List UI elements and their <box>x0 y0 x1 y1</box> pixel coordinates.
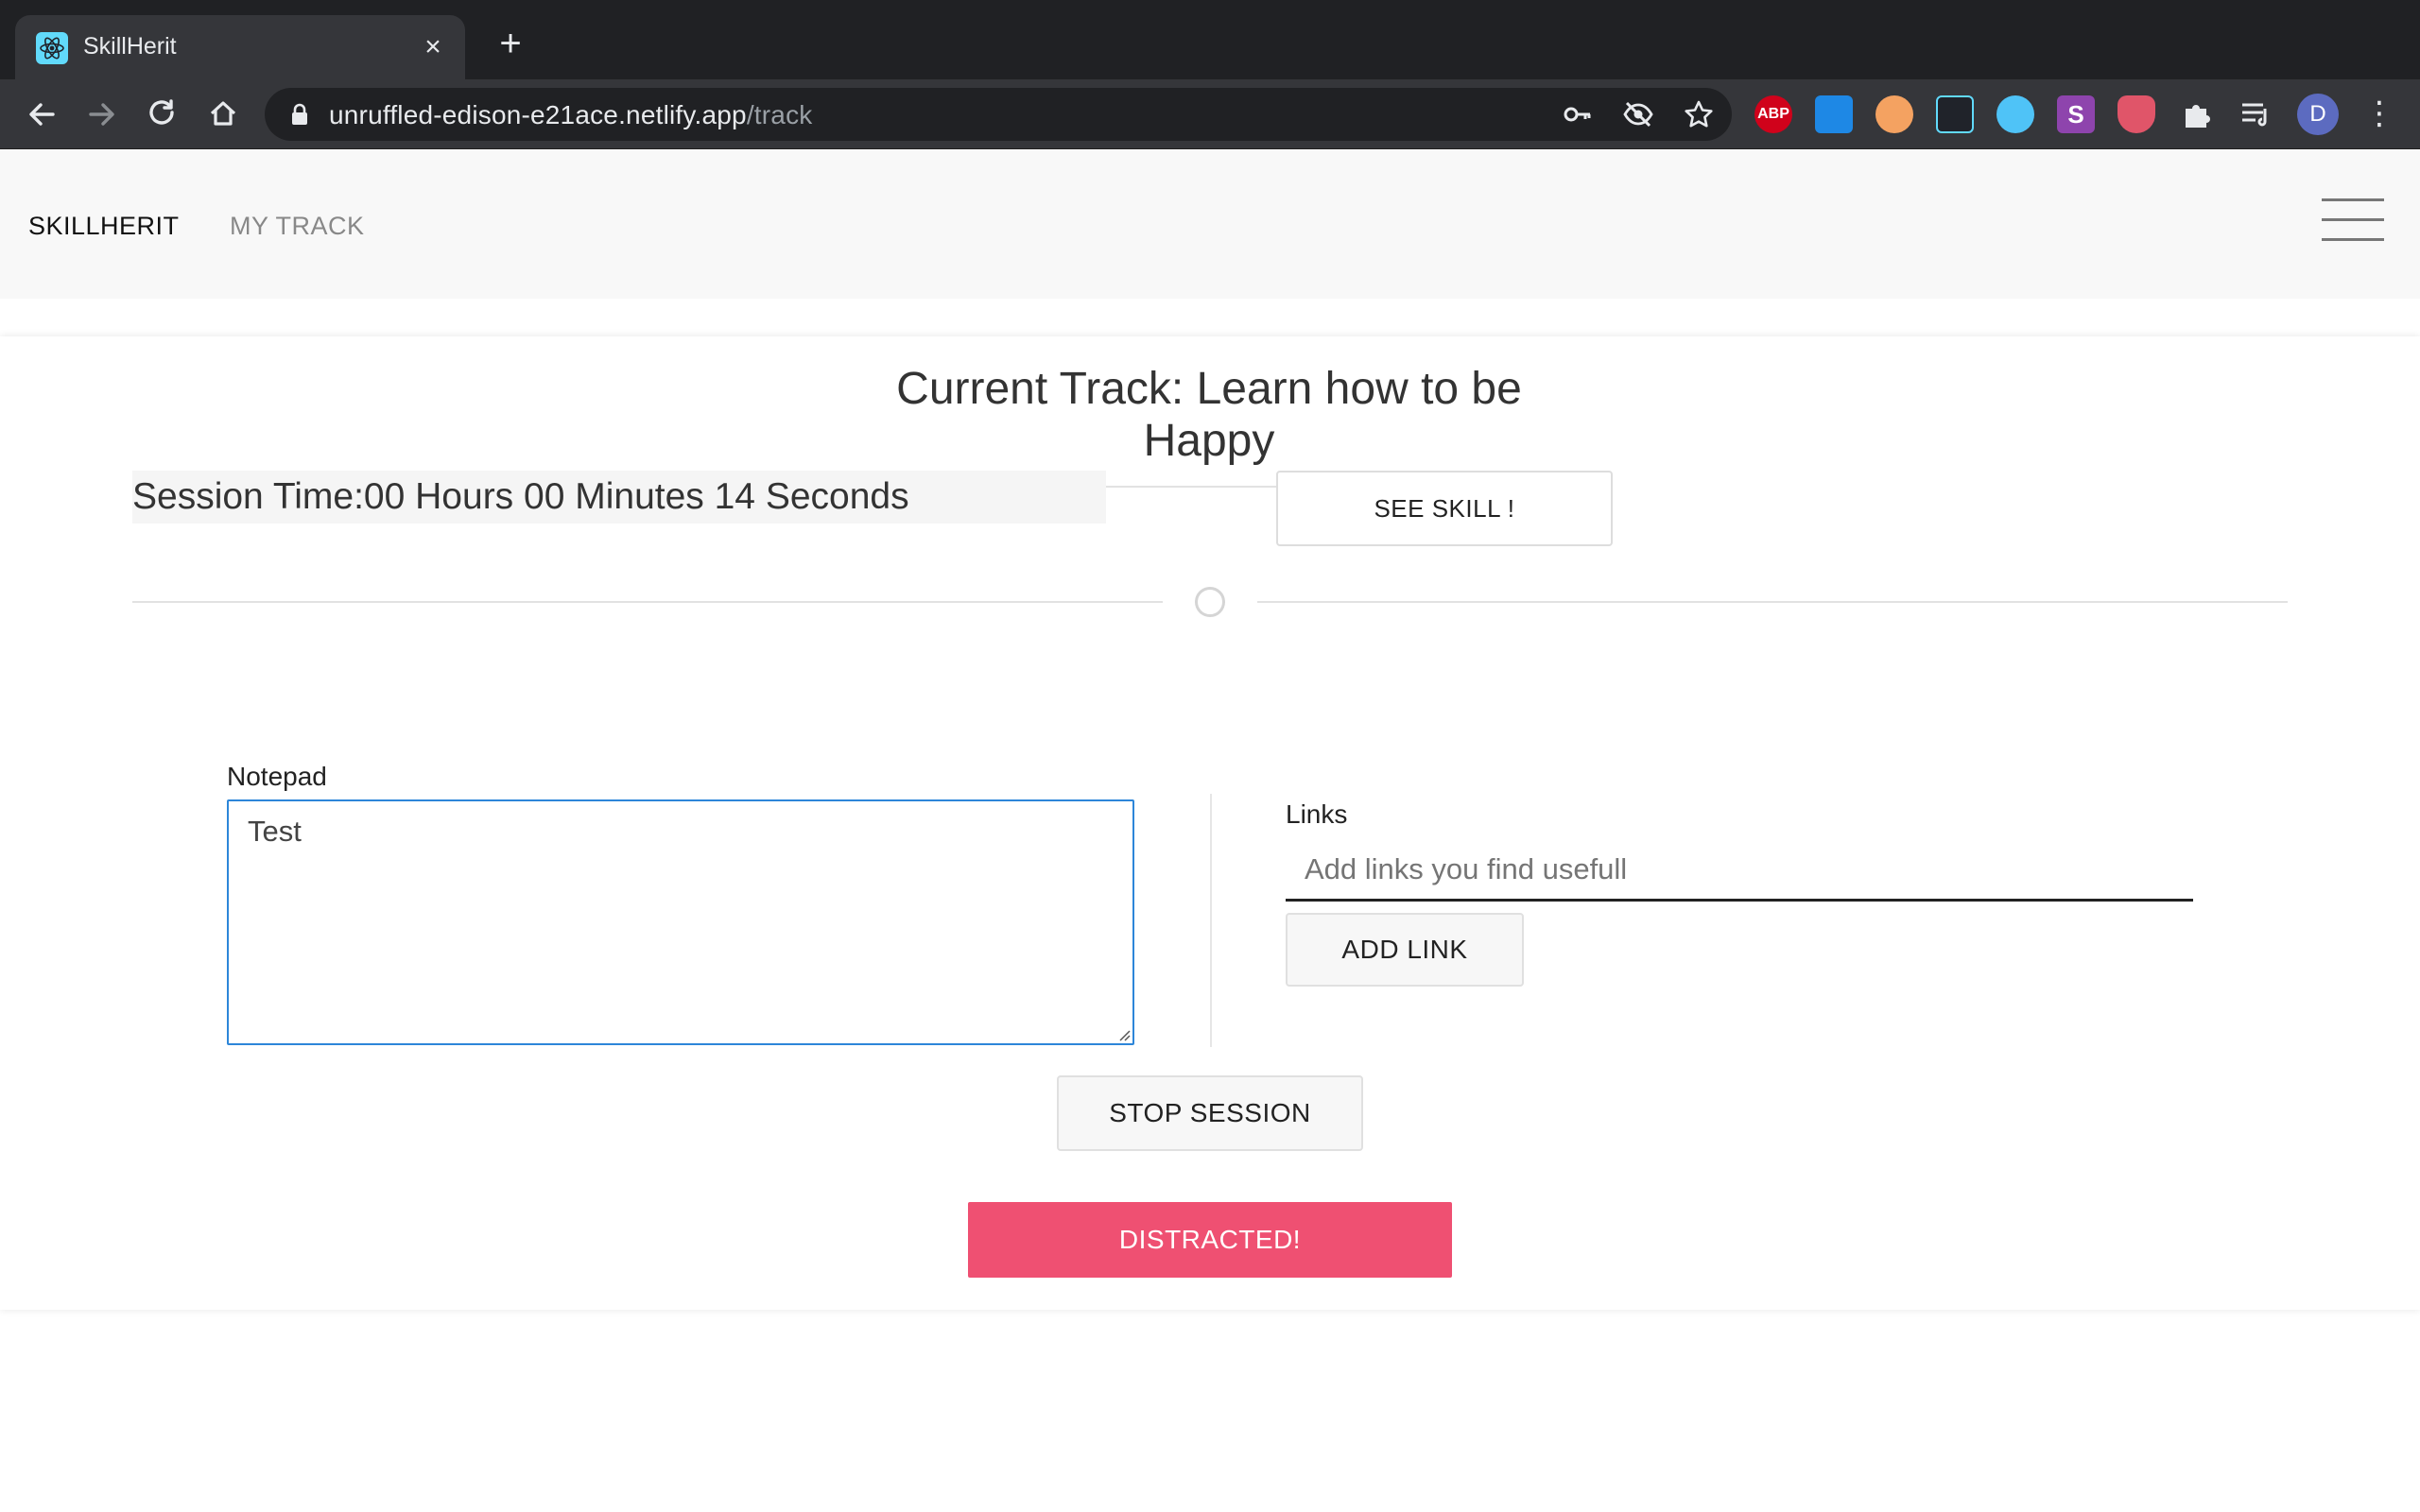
hamburger-menu-icon[interactable] <box>2322 198 2384 244</box>
circle-extension-icon[interactable] <box>1996 95 2034 133</box>
divider-line-right <box>1257 601 2288 603</box>
key-icon[interactable] <box>1560 96 1596 132</box>
media-queue-icon[interactable] <box>2237 95 2274 133</box>
divider-line-left <box>132 601 1163 603</box>
puzzle-extensions-icon[interactable] <box>2178 95 2216 133</box>
more-menu-icon[interactable]: ⋮ <box>2363 94 2395 136</box>
react-favicon-icon <box>36 32 68 64</box>
see-skill-button[interactable]: SEE SKILL ! <box>1276 471 1613 546</box>
session-timer: Session Time:00 Hours 00 Minutes 14 Seco… <box>132 471 1106 524</box>
resize-handle-icon[interactable] <box>1115 1026 1131 1041</box>
notepad-textarea[interactable]: Test <box>227 799 1134 1045</box>
track-card: Current Track: Learn how to be Happy Ses… <box>0 336 2420 1310</box>
eye-off-icon[interactable] <box>1620 96 1656 132</box>
new-tab-icon[interactable]: + <box>490 25 531 66</box>
column-divider <box>1210 794 1212 1047</box>
address-bar[interactable]: unruffled-edison-e21ace.netlify.app/trac… <box>265 88 1732 141</box>
browser-tabstrip: SkillHerit × + <box>0 0 2420 79</box>
page-title: Current Track: Learn how to be Happy <box>849 363 1569 488</box>
bookmark-star-icon[interactable] <box>1681 96 1717 132</box>
browser-toolbar: unruffled-edison-e21ace.netlify.app/trac… <box>0 79 2420 149</box>
add-link-button[interactable]: ADD LINK <box>1286 913 1524 987</box>
glasses-extension-icon[interactable] <box>1876 95 1913 133</box>
browser-tab-active[interactable]: SkillHerit × <box>15 15 465 79</box>
links-label: Links <box>1286 799 1348 829</box>
divider-circle-icon <box>1195 587 1225 617</box>
distracted-button[interactable]: DISTRACTED! <box>968 1202 1452 1278</box>
notepad-label: Notepad <box>227 762 327 791</box>
forward-arrow-icon[interactable] <box>81 94 123 135</box>
s-extension-icon[interactable]: S <box>2057 95 2095 133</box>
window-extension-icon[interactable] <box>1815 95 1853 133</box>
nav-link-my-track[interactable]: MY TRACK <box>230 212 365 241</box>
tab-title: SkillHerit <box>83 33 177 60</box>
reload-icon[interactable] <box>142 94 183 135</box>
app-navbar: SKILLHERIT MY TRACK <box>0 149 2420 299</box>
url-text: unruffled-edison-e21ace.netlify.app/trac… <box>329 100 813 129</box>
profile-avatar[interactable]: D <box>2297 94 2339 135</box>
react-devtools-icon[interactable] <box>1936 95 1974 133</box>
stop-session-button[interactable]: STOP SESSION <box>1057 1075 1363 1151</box>
home-icon[interactable] <box>202 94 244 135</box>
shield-extension-icon[interactable] <box>2118 95 2155 133</box>
links-input[interactable] <box>1286 839 2193 902</box>
back-arrow-icon[interactable] <box>21 94 62 135</box>
adblock-plus-icon[interactable]: ABP <box>1754 95 1792 133</box>
lock-icon <box>292 103 307 125</box>
brand-link[interactable]: SKILLHERIT <box>28 212 180 241</box>
tab-close-icon[interactable]: × <box>414 28 452 66</box>
